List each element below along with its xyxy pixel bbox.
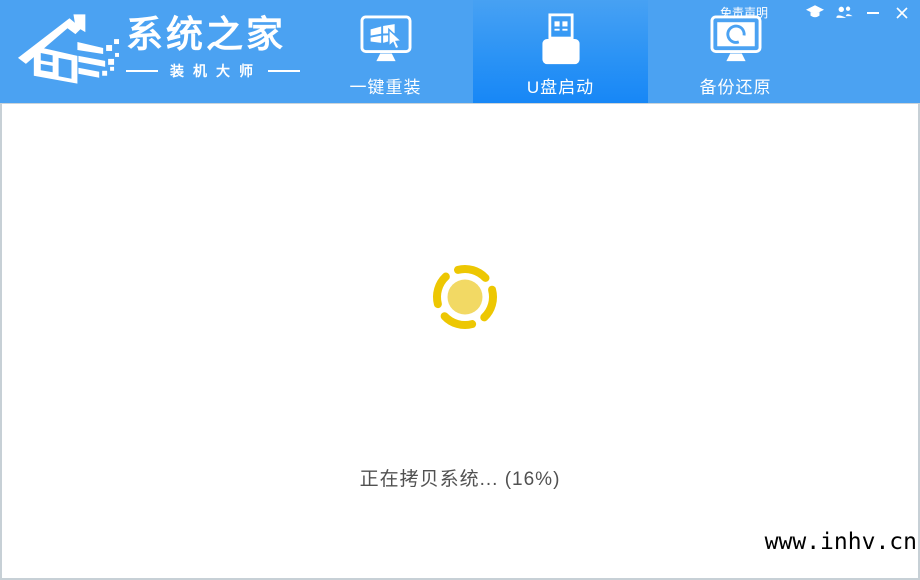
subtitle-dash-left [126, 70, 158, 72]
tab-onekey-reinstall[interactable]: 一键重装 [298, 0, 473, 103]
subtitle-dash-right [268, 70, 300, 72]
watermark-url: www.inhv.cn [765, 529, 917, 555]
loading-spinner-icon [429, 261, 501, 333]
tab-label: 一键重装 [350, 73, 422, 98]
main-content [0, 103, 920, 580]
logo-subtitle-row: 装机大师 [126, 61, 300, 81]
tab-usb-boot[interactable]: U盘启动 [473, 0, 648, 103]
logo-subtitle: 装机大师 [170, 61, 262, 81]
monitor-windows-icon [357, 13, 415, 65]
tab-label: U盘启动 [527, 73, 594, 98]
logo-title: 系统之家 [126, 15, 300, 56]
tab-backup-restore[interactable]: 备份还原 [648, 0, 823, 103]
nav-tabs: 一键重装 U盘启动 [298, 0, 823, 103]
close-icon[interactable] [892, 5, 912, 21]
user-group-icon[interactable] [834, 5, 854, 21]
usb-drive-icon [538, 13, 584, 65]
app-window: 系统之家 装机大师 免责声明 [0, 0, 920, 580]
status-text: 正在拷贝系统... (16%) [0, 464, 920, 491]
minimize-icon[interactable] [863, 5, 883, 21]
tab-label: 备份还原 [700, 73, 772, 98]
house-logo-icon [16, 6, 120, 90]
app-logo: 系统之家 装机大师 [16, 6, 300, 90]
logo-text: 系统之家 装机大师 [126, 15, 300, 82]
app-header: 系统之家 装机大师 免责声明 [0, 0, 920, 103]
monitor-restore-icon [707, 13, 765, 65]
